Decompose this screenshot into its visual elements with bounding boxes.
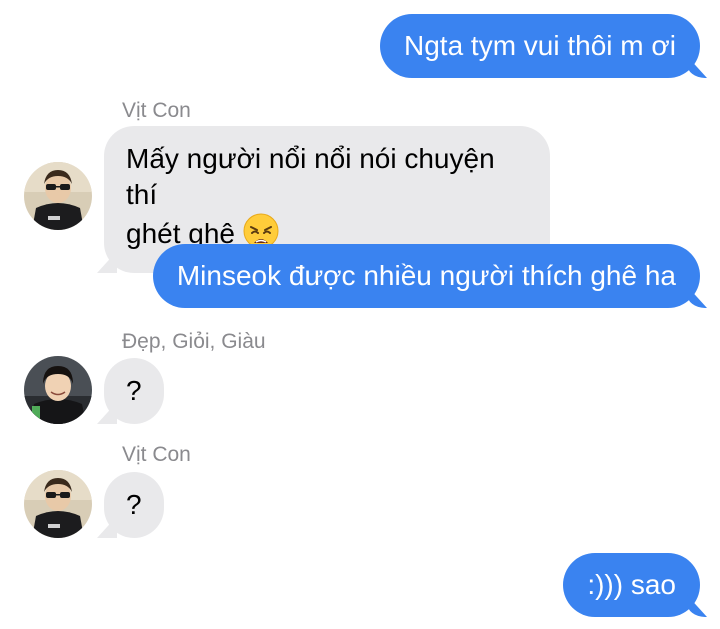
avatar[interactable] bbox=[24, 470, 92, 538]
avatar-photo-icon bbox=[24, 356, 92, 424]
message-text: :))) sao bbox=[587, 569, 676, 600]
message-text: Minseok được nhiều người thích ghê ha bbox=[176, 260, 676, 291]
avatar[interactable] bbox=[24, 356, 92, 424]
outgoing-message-bubble[interactable]: Minseok được nhiều người thích ghê ha bbox=[152, 244, 700, 308]
avatar-photo-icon bbox=[24, 162, 92, 230]
avatar-photo-icon bbox=[24, 470, 92, 538]
outgoing-message-bubble[interactable]: :))) sao bbox=[563, 553, 700, 617]
sender-name: Đẹp, Giỏi, Giàu bbox=[122, 330, 266, 353]
sender-name: Vịt Con bbox=[122, 443, 191, 466]
sender-name: Vịt Con bbox=[122, 99, 191, 122]
message-text: ? bbox=[126, 489, 142, 520]
incoming-message-bubble[interactable]: ? bbox=[104, 472, 164, 538]
avatar[interactable] bbox=[24, 162, 92, 230]
message-text-line-1: Mấy người nổi nổi nói chuyện thí bbox=[126, 143, 495, 210]
message-text: ? bbox=[126, 375, 142, 406]
outgoing-message-bubble[interactable]: Ngta tym vui thôi m ơi bbox=[380, 14, 700, 78]
message-text: Ngta tym vui thôi m ơi bbox=[404, 30, 676, 61]
incoming-message-bubble[interactable]: ? bbox=[104, 358, 164, 424]
chat-transcript: Ngta tym vui thôi m ơi Vịt Con Mấy người… bbox=[0, 0, 720, 629]
